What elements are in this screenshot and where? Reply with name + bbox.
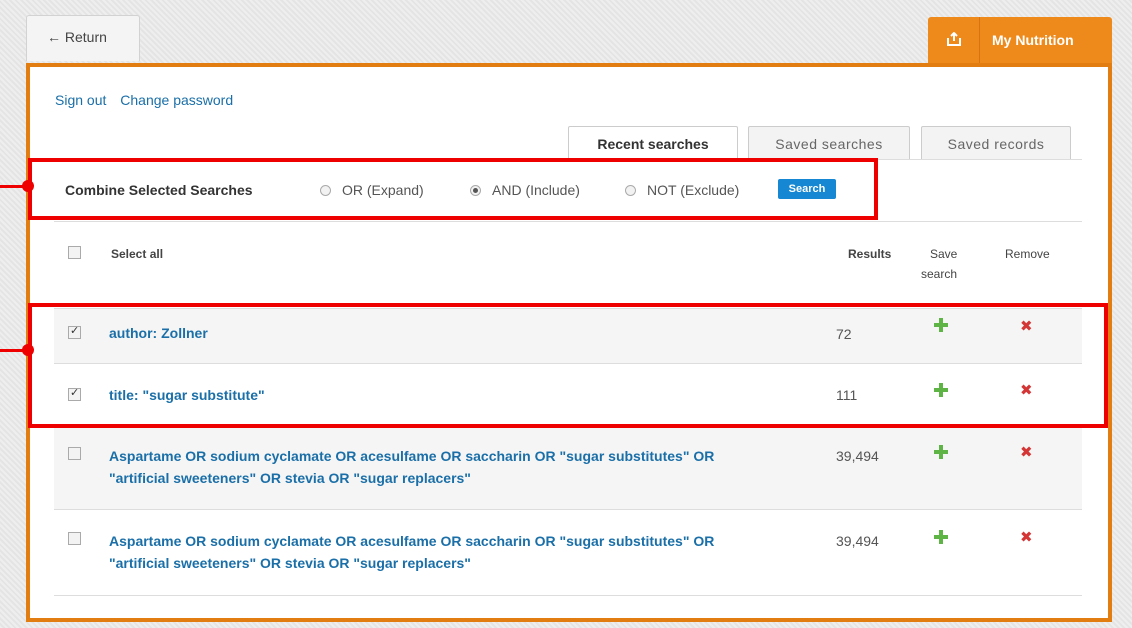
plus-icon[interactable] [934,445,948,459]
tab-label: Recent searches [597,136,709,152]
search-query-link-line2[interactable]: "artificial sweeteners" OR stevia OR "su… [109,552,471,574]
result-count: 39,494 [836,448,879,464]
row-checkbox[interactable] [68,532,81,545]
divider [54,509,1082,510]
return-label: ← Return [47,29,107,45]
export-icon [928,17,980,63]
save-search-header-line1: Save [930,247,958,261]
sign-out-link[interactable]: Sign out [55,92,106,108]
tab-saved-records[interactable]: Saved records [921,126,1071,159]
change-password-link[interactable]: Change password [120,92,233,108]
account-links: Sign out Change password [55,92,243,108]
my-nutrition-tab[interactable]: My Nutrition [928,17,1112,63]
my-nutrition-label: My Nutrition [992,32,1074,48]
plus-icon[interactable] [934,530,948,544]
callout-pointer-dot [22,180,34,192]
tab-saved-searches[interactable]: Saved searches [748,126,910,159]
search-query-link-line1[interactable]: Aspartame OR sodium cyclamate OR acesulf… [109,530,714,552]
result-count: 39,494 [836,533,879,549]
divider [54,595,1082,596]
row-checkbox[interactable] [68,447,81,460]
results-header: Results [848,247,892,261]
divider [54,221,1082,222]
close-icon[interactable]: ✖ [1020,443,1033,461]
remove-header: Remove [1005,247,1050,261]
search-query-link-line1[interactable]: Aspartame OR sodium cyclamate OR acesulf… [109,445,714,467]
select-all-label: Select all [111,247,164,261]
callout-pointer-dot [22,344,34,356]
select-all-checkbox[interactable] [68,246,81,259]
close-icon[interactable]: ✖ [1020,528,1033,546]
tab-label: Saved searches [775,136,883,152]
save-search-header-line2: search [921,267,958,281]
tab-recent-searches[interactable]: Recent searches [568,126,738,160]
search-query-link-line2[interactable]: "artificial sweeteners" OR stevia OR "su… [109,467,471,489]
callout-selected-rows-box [28,303,1108,428]
tab-label: Saved records [947,136,1045,152]
callout-combine-box [28,158,878,220]
return-button[interactable]: ← Return [26,15,140,61]
